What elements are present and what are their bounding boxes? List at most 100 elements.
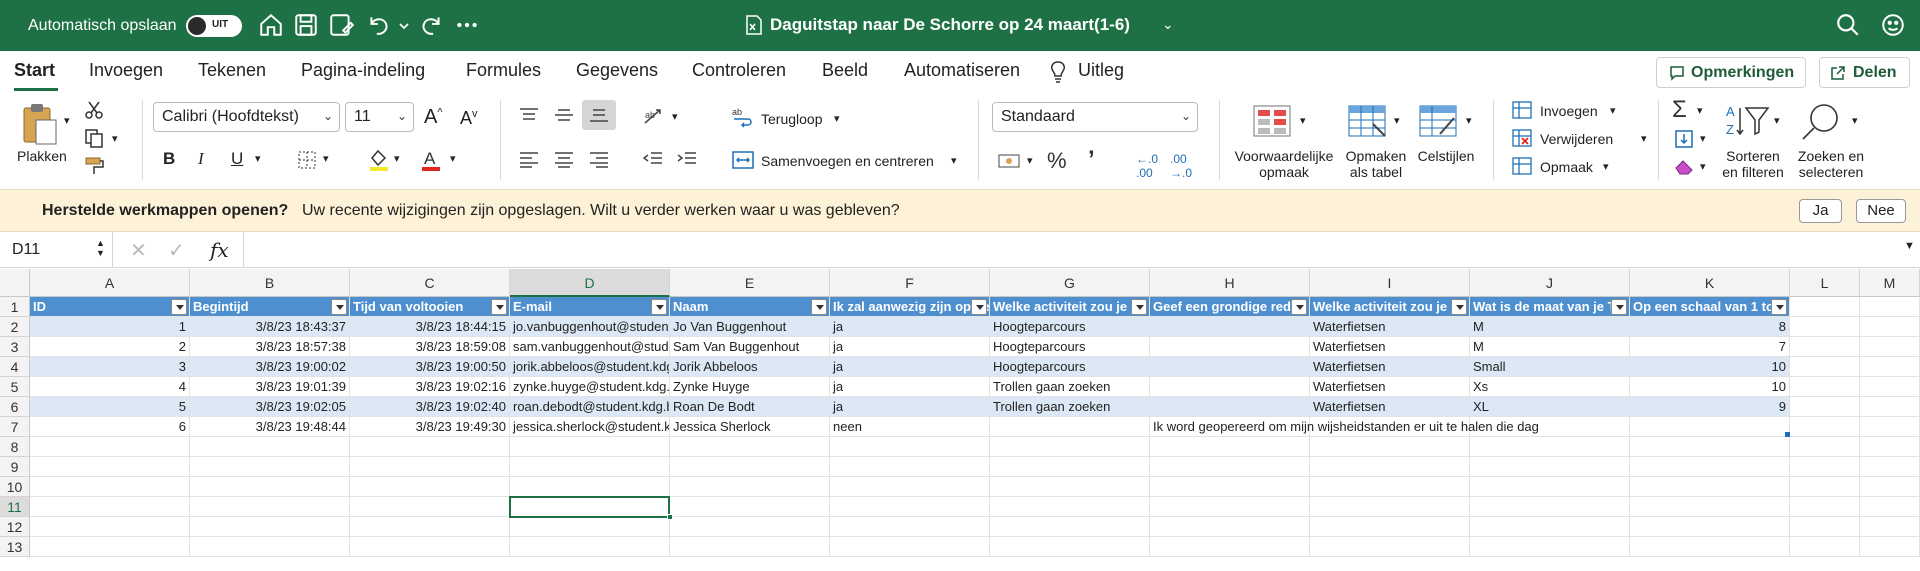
expand-formula-chevron-icon[interactable]: ▼ — [1904, 240, 1915, 252]
table-header-cell[interactable]: Welke activiteit zou je — [1310, 297, 1470, 317]
table-cell[interactable] — [1150, 337, 1310, 357]
grid-cell[interactable] — [1860, 377, 1920, 397]
row-header-3[interactable]: 3 — [0, 337, 30, 357]
table-header-cell[interactable]: Begintijd — [190, 297, 350, 317]
grid-cell[interactable] — [1860, 457, 1920, 477]
grid-cell[interactable] — [1790, 377, 1860, 397]
cell-styles-chevron-icon[interactable]: ▾ — [1466, 114, 1472, 127]
column-header-k[interactable]: K — [1630, 269, 1790, 297]
increase-decimal-icon[interactable]: ←.0.00 — [1136, 152, 1158, 180]
format-label[interactable]: Opmaak — [1540, 159, 1593, 175]
grid-cell[interactable] — [30, 477, 190, 497]
wrap-text-label[interactable]: Terugloop — [761, 111, 823, 127]
clear-chevron-icon[interactable]: ▾ — [1700, 160, 1706, 173]
grid-cell[interactable] — [30, 537, 190, 557]
column-header-a[interactable]: A — [30, 269, 190, 297]
grid-cell[interactable] — [350, 437, 510, 457]
grid-cell[interactable] — [1470, 517, 1630, 537]
tab-automatiseren[interactable]: Automatiseren — [904, 60, 1020, 81]
paste-chevron-icon[interactable]: ▾ — [64, 114, 70, 127]
table-cell[interactable]: jorik.abbeloos@student.kdg.be — [510, 357, 670, 377]
accounting-chevron-icon[interactable]: ▾ — [1027, 154, 1033, 167]
table-cell[interactable]: Zynke Huyge — [670, 377, 830, 397]
row-header-8[interactable]: 8 — [0, 437, 30, 457]
table-header-cell[interactable]: Geef een grondige reden — [1150, 297, 1310, 317]
grid-cell[interactable] — [1860, 497, 1920, 517]
tab-beeld[interactable]: Beeld — [822, 60, 868, 81]
table-header-cell[interactable]: Tijd van voltooien — [350, 297, 510, 317]
grid-cell[interactable] — [1310, 437, 1470, 457]
grid-cell[interactable] — [1310, 497, 1470, 517]
merge-center-label[interactable]: Samenvoegen en centreren — [761, 153, 934, 169]
filter-dropdown-icon[interactable] — [171, 299, 187, 315]
grid-cell[interactable] — [670, 497, 830, 517]
grid-cell[interactable] — [510, 477, 670, 497]
sort-filter-label-2[interactable]: en filteren — [1712, 164, 1794, 180]
grid-cell[interactable] — [830, 457, 990, 477]
find-select-chevron-icon[interactable]: ▾ — [1852, 114, 1858, 127]
table-cell[interactable]: ja — [830, 397, 990, 417]
table-cell[interactable]: Jo Van Buggenhout — [670, 317, 830, 337]
font-name-dropdown[interactable]: Calibri (Hoofdtekst) ⌄ — [153, 102, 340, 132]
font-color-chevron-icon[interactable]: ▾ — [450, 152, 456, 165]
grid-cell[interactable] — [830, 437, 990, 457]
column-header-c[interactable]: C — [350, 269, 510, 297]
table-header-cell[interactable]: Welke activiteit zou je — [990, 297, 1150, 317]
redo-icon[interactable] — [418, 12, 444, 38]
table-cell[interactable]: 8 — [1630, 317, 1790, 337]
share-button[interactable]: Delen — [1819, 57, 1910, 88]
fill-handle[interactable] — [667, 514, 673, 520]
tab-controleren[interactable]: Controleren — [692, 60, 786, 81]
merge-center-icon[interactable] — [732, 150, 754, 170]
column-header-j[interactable]: J — [1470, 269, 1630, 297]
grid-cell[interactable] — [1470, 457, 1630, 477]
table-cell[interactable]: 5 — [30, 397, 190, 417]
grid-cell[interactable] — [830, 497, 990, 517]
table-cell[interactable]: sam.vanbuggenhout@student.kdg.be — [510, 337, 670, 357]
filter-dropdown-icon[interactable] — [331, 299, 347, 315]
grid-cell[interactable] — [1470, 497, 1630, 517]
fill-icon[interactable] — [1674, 130, 1694, 148]
table-cell[interactable]: 1 — [30, 317, 190, 337]
filter-dropdown-icon[interactable] — [651, 299, 667, 315]
autosum-chevron-icon[interactable]: ▾ — [1697, 104, 1703, 117]
grid-cell[interactable] — [1790, 297, 1860, 317]
find-select-icon[interactable] — [1800, 102, 1844, 142]
delete-chevron-icon[interactable]: ▾ — [1641, 132, 1647, 145]
table-header-cell[interactable]: Wat is de maat van je T — [1470, 297, 1630, 317]
column-header-d[interactable]: D — [510, 269, 670, 297]
format-table-label-2[interactable]: als tabel — [1336, 164, 1416, 180]
table-cell[interactable] — [1150, 317, 1310, 337]
name-box[interactable]: D11 ▲ ▼ — [0, 232, 113, 268]
row-header-10[interactable]: 10 — [0, 477, 30, 497]
grid-cell[interactable] — [1310, 457, 1470, 477]
table-cell[interactable]: Roan De Bodt — [670, 397, 830, 417]
tab-invoegen[interactable]: Invoegen — [89, 60, 163, 81]
enter-icon[interactable]: ✓ — [168, 238, 185, 263]
grid-cell[interactable] — [190, 457, 350, 477]
grid-cell[interactable] — [990, 457, 1150, 477]
column-header-m[interactable]: M — [1860, 269, 1920, 297]
filter-dropdown-icon[interactable] — [971, 299, 987, 315]
grid-cell[interactable] — [670, 437, 830, 457]
grid-cell[interactable] — [1860, 537, 1920, 557]
format-cells-icon[interactable] — [1512, 157, 1532, 175]
table-cell[interactable]: Waterfietsen — [1310, 397, 1470, 417]
filter-dropdown-icon[interactable] — [491, 299, 507, 315]
decrease-decimal-icon[interactable]: .00 →.0 — [1170, 152, 1192, 180]
save-as-icon[interactable] — [328, 12, 354, 38]
sort-filter-icon[interactable]: AZ — [1724, 102, 1774, 140]
align-left-icon[interactable] — [518, 150, 540, 168]
table-header-cell[interactable]: E-mail — [510, 297, 670, 317]
table-cell[interactable]: 3/8/23 19:00:50 — [350, 357, 510, 377]
fill-color-icon[interactable] — [368, 148, 390, 172]
grid-cell[interactable] — [1790, 517, 1860, 537]
format-painter-icon[interactable] — [84, 156, 106, 176]
increase-font-size-icon[interactable]: A^ — [424, 106, 443, 129]
find-select-label-2[interactable]: selecteren — [1790, 164, 1872, 180]
grid-cell[interactable] — [1860, 417, 1920, 437]
insert-function-icon[interactable]: fx — [210, 238, 229, 262]
grid-cell[interactable] — [1310, 477, 1470, 497]
filter-dropdown-icon[interactable] — [811, 299, 827, 315]
font-size-dropdown[interactable]: 11 ⌄ — [345, 102, 414, 132]
